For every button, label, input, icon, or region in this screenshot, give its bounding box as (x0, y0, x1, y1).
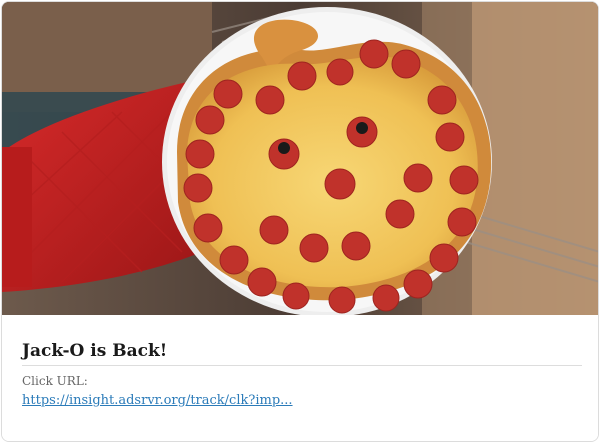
click-url-link[interactable]: https://insight.adsrvr.org/track/clk?imp… (22, 393, 293, 408)
pizza-illustration (2, 2, 598, 315)
ad-image[interactable] (2, 2, 598, 315)
ad-card: Jack-O is Back! Click URL: https://insig… (1, 1, 599, 442)
divider (22, 365, 582, 366)
ad-details: Jack-O is Back! Click URL: https://insig… (2, 315, 598, 441)
click-url-label: Click URL: (22, 374, 88, 388)
ad-title: Jack-O is Back! (22, 341, 168, 361)
